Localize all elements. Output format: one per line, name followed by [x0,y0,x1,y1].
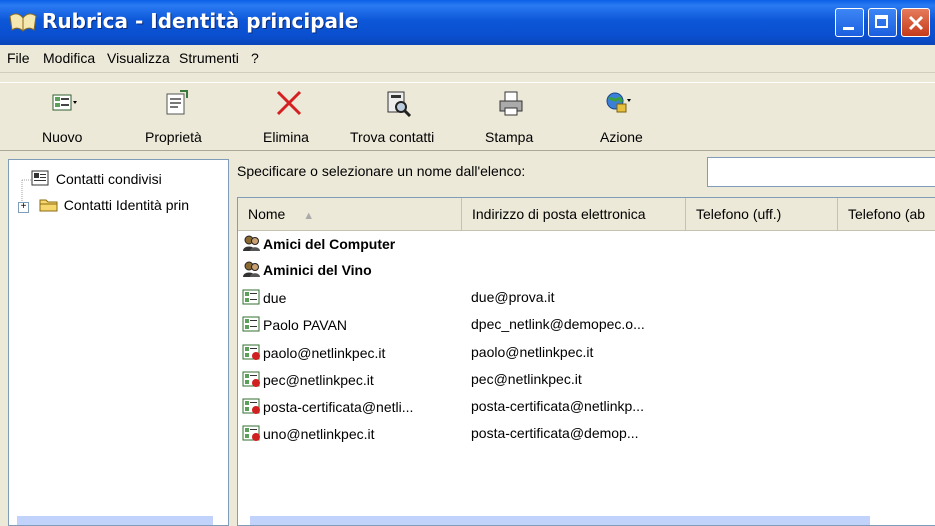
row-email: pec@netlinkpec.it [471,371,582,387]
menu-bar: File Modifica Visualizza Strumenti ? [0,45,935,73]
group-icon [243,235,260,251]
folder-icon [39,199,58,212]
tree-item-label: Contatti condivisi [55,171,162,187]
list-item[interactable]: Amici del Computer [238,231,935,257]
printer-icon [499,91,523,116]
certified-contact-icon [242,398,260,414]
list-item[interactable]: uno@netlinkpec.it posta-certificata@demo… [238,421,935,447]
row-name: uno@netlinkpec.it [263,426,375,442]
group-icon [243,261,260,277]
minimize-icon [843,27,854,30]
row-name: due [263,290,287,306]
list-item[interactable]: paolo@netlinkpec.it paolo@netlinkpec.it [238,340,935,366]
find-contacts-label: Trova contatti [350,129,435,145]
tree-item-label: Contatti Identità prin [63,197,190,213]
column-header-name[interactable]: Nome ▲ [238,198,462,230]
expand-plus-icon[interactable]: + [18,202,29,213]
row-email: due@prova.it [471,289,555,305]
action-globe-icon [606,92,631,113]
action-label: Azione [600,129,643,145]
certified-contact-icon [242,425,260,441]
column-header-label: Telefono (ab [848,206,926,222]
new-contact-icon [52,94,77,111]
certified-contact-icon [242,371,260,387]
delete-button[interactable]: Elimina [263,83,323,149]
menu-file[interactable]: File [7,50,30,66]
search-label: Specificare o selezionare un nome dall'e… [237,163,526,179]
row-name: Aminici del Vino [263,262,372,278]
column-header-label: Indirizzo di posta elettronica [472,206,646,222]
menu-modifica[interactable]: Modifica [43,50,95,66]
list-item[interactable]: Aminici del Vino [238,257,935,283]
close-icon [908,15,924,31]
search-name-input[interactable] [707,157,935,187]
window-title: Rubrica - Identità principale [42,9,359,33]
properties-button[interactable]: Proprietà [145,83,215,149]
list-header: Nome ▲ Indirizzo di posta elettronica Te… [238,198,935,231]
folder-tree[interactable]: Contatti condivisi + Contatti Identità p… [8,159,229,526]
close-button[interactable] [901,8,930,37]
row-email: paolo@netlinkpec.it [471,344,594,360]
sort-ascending-icon: ▲ [303,210,315,222]
address-book-icon [31,170,49,186]
column-header-email[interactable]: Indirizzo di posta elettronica [462,198,686,230]
row-name: posta-certificata@netli... [263,399,414,415]
delete-x-icon [276,90,302,116]
tree-horizontal-scrollbar[interactable] [17,516,213,525]
address-book-app-icon [9,13,37,32]
print-label: Stampa [485,129,534,145]
tree-item-shared-contacts[interactable]: Contatti condivisi [31,170,162,192]
list-item[interactable]: due due@prova.it [238,285,935,311]
list-horizontal-scrollbar[interactable] [250,516,870,525]
new-label: Nuovo [42,129,83,145]
contact-card-icon [242,289,260,305]
certified-contact-icon [242,344,260,360]
action-button[interactable]: Azione [600,83,660,149]
find-contacts-button[interactable]: Trova contatti [350,83,460,149]
contact-card-icon [242,316,260,332]
column-header-home-phone[interactable]: Telefono (ab [838,198,935,230]
minimize-button[interactable] [835,8,864,37]
delete-label: Elimina [263,129,309,145]
column-header-work-phone[interactable]: Telefono (uff.) [686,198,838,230]
list-item[interactable]: Paolo PAVAN dpec_netlink@demopec.o... [238,312,935,338]
tree-item-identity-contacts[interactable]: + Contatti Identità prin [9,196,189,218]
row-email: posta-certificata@netlinkp... [471,398,644,414]
find-contacts-icon [387,91,412,117]
contact-list[interactable]: Nome ▲ Indirizzo di posta elettronica Te… [237,197,935,526]
column-header-label: Telefono (uff.) [696,206,782,222]
row-email: dpec_netlink@demopec.o... [471,316,645,332]
menu-strumenti[interactable]: Strumenti [179,50,239,66]
row-name: Paolo PAVAN [263,317,348,333]
list-item[interactable]: pec@netlinkpec.it pec@netlinkpec.it [238,367,935,393]
maximize-button[interactable] [868,8,897,37]
menu-visualizza[interactable]: Visualizza [107,50,170,66]
new-button[interactable]: Nuovo [38,83,98,149]
toolbar: Nuovo Proprietà Elimina Trova contatti S… [0,82,935,151]
print-button[interactable]: Stampa [485,83,550,149]
row-name: Amici del Computer [263,236,396,252]
maximize-icon [875,15,888,28]
column-header-label: Nome [248,206,286,222]
menu-help[interactable]: ? [251,50,259,66]
row-name: paolo@netlinkpec.it [263,345,386,361]
properties-label: Proprietà [145,129,202,145]
row-email: posta-certificata@demop... [471,425,639,441]
list-item[interactable]: posta-certificata@netli... posta-certifi… [238,394,935,420]
row-name: pec@netlinkpec.it [263,372,374,388]
properties-icon [166,90,188,115]
title-bar[interactable]: Rubrica - Identità principale [0,0,935,45]
